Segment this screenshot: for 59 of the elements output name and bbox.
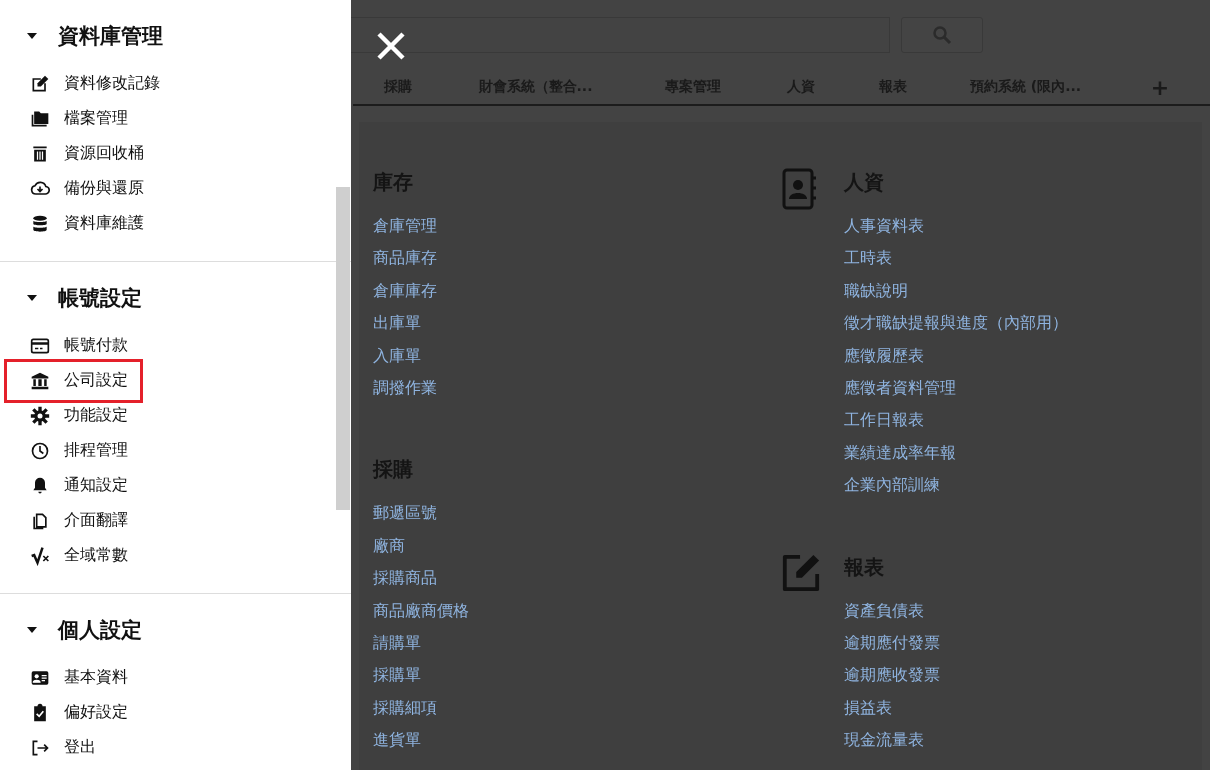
database-icon [30, 213, 50, 234]
menu-link[interactable]: 出庫單 [373, 307, 781, 340]
menu-link[interactable]: 調撥作業 [373, 371, 781, 405]
menu-item[interactable]: 登出 [64, 733, 96, 762]
menu-item[interactable]: 資料修改記錄 [64, 69, 160, 98]
scrollbar[interactable] [336, 187, 350, 510]
search-icon [932, 25, 952, 45]
menu-link[interactable]: 入庫單 [373, 339, 781, 372]
menu-link[interactable]: 商品庫存 [373, 242, 781, 275]
menu-link[interactable]: 損益表 [844, 691, 1202, 725]
menu-link[interactable]: 倉庫管理 [373, 210, 781, 243]
menu-item[interactable]: 檔案管理 [64, 104, 128, 133]
clock-icon [30, 440, 50, 461]
search-field[interactable] [351, 17, 890, 53]
menu-item[interactable]: 資源回收桶 [64, 139, 144, 168]
menu-link[interactable]: 請購單 [373, 626, 781, 660]
menu-link[interactable]: 進貨單 [373, 724, 781, 757]
menu-link[interactable]: 逾期應收發票 [844, 659, 1202, 692]
edit-icon [781, 553, 821, 593]
menu-item[interactable]: 帳號付款 [64, 331, 128, 360]
gear-icon [30, 405, 50, 426]
menu-link[interactable]: 人事資料表 [844, 210, 1202, 243]
menu-link[interactable]: 企業內部訓練 [844, 469, 1202, 502]
menu-item[interactable]: 偏好設定 [64, 698, 128, 727]
menu-link[interactable]: 資產負債表 [844, 594, 1202, 627]
menu-link[interactable]: 採購細項 [373, 691, 781, 725]
bank-icon [30, 370, 50, 391]
menu-link[interactable]: 工時表 [844, 242, 1202, 275]
square-root-icon [30, 545, 50, 566]
menu-link[interactable]: 逾期應付發票 [844, 626, 1202, 660]
menu-link[interactable]: 倉庫庫存 [373, 274, 781, 308]
section-title[interactable]: 帳號設定 [58, 284, 142, 312]
menu-item[interactable]: 備份與還原 [64, 174, 144, 203]
menu-link[interactable]: 職缺說明 [844, 274, 1202, 308]
section-title[interactable]: 資料庫管理 [58, 22, 163, 50]
close-button[interactable] [376, 31, 406, 61]
menu-item[interactable]: 介面翻譯 [64, 506, 128, 535]
menu-link[interactable]: 商品廠商價格 [373, 594, 781, 627]
edit-icon [30, 73, 50, 94]
menu-link[interactable]: 現金流量表 [844, 724, 1202, 757]
menu-item[interactable]: 全域常數 [64, 541, 128, 570]
menu-link[interactable]: 業績達成率年報 [844, 436, 1202, 470]
contact-book-icon [781, 167, 817, 210]
menu-link[interactable]: 工作日報表 [844, 404, 1202, 437]
menu-item[interactable]: 通知設定 [64, 471, 128, 500]
menu-link[interactable]: 採購商品 [373, 562, 781, 595]
menu-item[interactable]: 公司設定 [64, 366, 128, 395]
menu-item[interactable]: 基本資料 [64, 663, 128, 692]
menu-link[interactable]: 徵才職缺提報與進度（內部用） [844, 307, 1202, 340]
menu-item[interactable]: 排程管理 [64, 436, 128, 465]
section-title[interactable]: 個人設定 [58, 616, 142, 644]
menu-link[interactable]: 應徵者資料管理 [844, 371, 1202, 405]
close-icon [376, 31, 406, 61]
menu-link[interactable]: 應徵履歷表 [844, 339, 1202, 372]
menu-item[interactable]: 功能設定 [64, 401, 128, 430]
menu-link[interactable]: 郵遞區號 [373, 497, 781, 530]
menu-link[interactable]: 採購單 [373, 659, 781, 692]
menu-link[interactable]: 廠商 [373, 529, 781, 563]
menu-item[interactable]: 資料庫維護 [64, 209, 144, 238]
